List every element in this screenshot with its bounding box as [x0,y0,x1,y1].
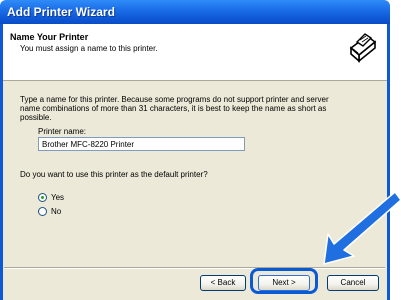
title-bar[interactable]: Add Printer Wizard [0,0,390,24]
instruction-line-3: possible. [20,113,52,122]
default-printer-question: Do you want to use this printer as the d… [20,170,208,179]
next-button-highlight [250,268,318,294]
pointer-arrow-icon [323,191,401,265]
printer-icon [344,29,380,65]
back-button[interactable]: < Back [200,275,246,291]
page-subtitle: You must assign a name to this printer. [20,44,158,53]
instruction-line-1: Type a name for this printer. Because so… [20,95,329,104]
radio-no-row[interactable]: No [38,205,61,217]
instruction-text: Type a name for this printer. Because so… [20,95,360,122]
wizard-header: Name Your Printer You must assign a name… [3,24,387,81]
radio-yes-label[interactable]: Yes [51,193,64,202]
window-title: Add Printer Wizard [7,5,115,19]
radio-yes-row[interactable]: Yes [38,191,64,203]
radio-yes[interactable] [38,192,47,202]
cancel-button[interactable]: Cancel [327,275,379,291]
page-title: Name Your Printer [10,32,89,42]
radio-no[interactable] [38,206,47,216]
instruction-line-2: name combinations of more than 31 charac… [20,104,327,113]
printer-name-input[interactable]: Brother MFC-8220 Printer [38,137,245,151]
radio-no-label[interactable]: No [51,207,61,216]
printer-name-label: Printer name: [38,127,87,136]
